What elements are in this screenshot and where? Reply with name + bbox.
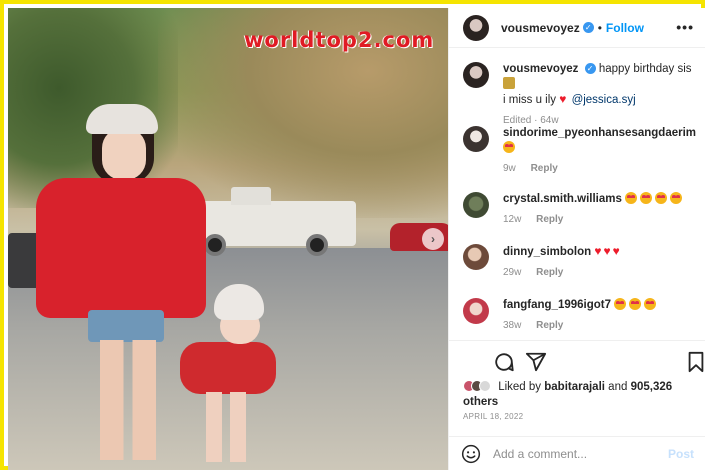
reply-button[interactable]: Reply [536,214,563,225]
action-bar [449,340,705,382]
reply-button[interactable]: Reply [536,320,563,331]
share-icon[interactable] [525,351,547,373]
heart-icon: ♥ [612,244,620,258]
chevron-right-icon[interactable]: › [422,228,444,250]
avatar[interactable] [463,62,489,88]
avatar[interactable] [463,192,489,218]
truck-wheel [306,234,328,256]
heart-eyes-emoji-icon [640,192,653,204]
post-photo[interactable]: worldtop2.com › [8,8,448,470]
reply-button[interactable]: Reply [536,267,563,278]
post-date[interactable]: April 18, 2022 [463,412,523,421]
caption-username[interactable]: vousmevoyez [503,63,578,75]
photo-toddler [172,284,282,470]
comments-list[interactable]: vousmevoyez ✓ happy birthday sis i miss … [449,48,705,340]
likes-prefix: Liked by [498,381,542,393]
verified-badge-icon: ✓ [584,63,596,75]
likes-summary: Liked by babitarajali and 905,326 others [463,380,699,410]
more-options-icon[interactable]: ••• [676,19,694,35]
comment-icon[interactable] [493,351,515,373]
emoji-icon[interactable] [461,444,481,464]
comment-username[interactable]: crystal.smith.williams [503,193,622,205]
separator-dot: • [597,20,602,35]
caption-text: happy birthday sis [598,63,692,75]
header-username[interactable]: vousmevoyez [501,21,580,35]
comment-input[interactable] [493,446,668,461]
truck-wheel [204,234,226,256]
screenshot-frame: worldtop2.com › vousmevoyez ✓ • Follow •… [0,0,705,470]
likes-user[interactable]: babitarajali [544,381,605,393]
comment-age: 29w [503,267,522,278]
comment-username[interactable]: sindorime_pyeonhansesangdaerim [503,127,696,139]
comment-age: 12w [503,214,522,225]
heart-eyes-emoji-icon [670,192,683,204]
post-sidebar: vousmevoyez ✓ • Follow ••• vousmevoyez ✓… [448,8,705,470]
add-comment-bar: Post [449,436,705,470]
caption-text-2: i miss u ily [503,94,557,106]
heart-icon: ♥ [594,244,602,258]
comment-age: 9w [503,163,516,174]
avatar[interactable] [463,244,489,270]
heart-eyes-emoji-icon [644,298,657,310]
heart-eyes-emoji-icon [614,298,627,310]
heart-eyes-emoji-icon [625,192,638,204]
caption-mention[interactable]: @jessica.syj [572,94,636,106]
heart-eyes-emoji-icon [503,141,515,153]
watermark-text: worldtop2.com [244,28,435,52]
follow-button[interactable]: Follow [606,21,644,35]
comment-age: 38w [503,320,522,331]
avatar [479,380,491,392]
heart-icon: ♥ [603,244,611,258]
post-button[interactable]: Post [668,447,694,461]
hug-emoji-icon [503,77,515,89]
avatar[interactable] [463,298,489,324]
heart-eyes-emoji-icon [655,192,668,204]
post-header: vousmevoyez ✓ • Follow ••• [449,8,705,48]
comment-username[interactable]: fangfang_1996igot7 [503,299,611,311]
avatar[interactable] [463,126,489,152]
avatar[interactable] [463,14,489,41]
verified-badge-icon: ✓ [582,22,594,33]
bookmark-icon[interactable] [685,351,705,373]
caption-meta: Edited · 64w [503,115,559,126]
likes-suffix[interactable]: others [463,396,498,408]
heart-icon: ♥ [559,92,567,106]
reply-button[interactable]: Reply [531,163,558,174]
likes-count[interactable]: 905,326 [631,381,673,393]
likes-and: and [608,381,628,393]
comment-username[interactable]: dinny_simbolon [503,246,591,258]
heart-eyes-emoji-icon [629,298,642,310]
